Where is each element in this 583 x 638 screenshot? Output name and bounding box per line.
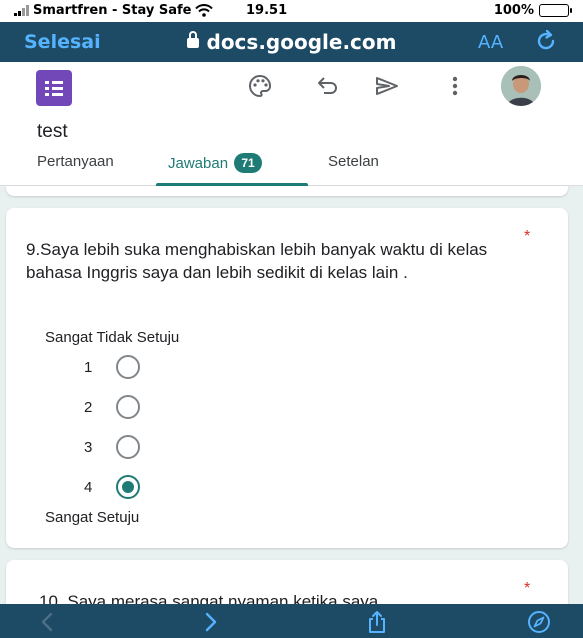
form-tabs: Pertanyaan Jawaban 71 Setelan (0, 150, 583, 186)
form-title: test (37, 121, 68, 142)
clock: 19.51 (246, 3, 288, 18)
radio-button[interactable] (116, 435, 140, 459)
wifi-icon (195, 4, 214, 17)
forward-icon[interactable] (198, 610, 222, 634)
scale-option-4[interactable]: 4 (84, 475, 140, 499)
previous-question-card (6, 186, 568, 196)
scale-option-1[interactable]: 1 (84, 355, 140, 379)
text-size-button[interactable]: AA (478, 32, 503, 53)
signal-icon (14, 5, 29, 16)
tab-responses[interactable]: Jawaban 71 (168, 153, 263, 173)
lock-icon (186, 31, 199, 48)
avatar[interactable] (501, 66, 541, 106)
status-bar: Smartfren - Stay Safe 19.51 100% (0, 0, 583, 22)
tab-questions[interactable]: Pertanyaan (37, 153, 114, 170)
forms-header: test Pertanyaan Jawaban 71 Setelan (0, 62, 583, 186)
scale-option-2[interactable]: 2 (84, 395, 140, 419)
forms-logo-icon[interactable] (36, 70, 72, 106)
palette-icon[interactable] (246, 72, 274, 100)
question-text: 9.Saya lebih suka menghabiskan lebih ban… (26, 240, 488, 282)
option-value: 1 (84, 358, 93, 376)
reload-icon[interactable] (533, 28, 559, 54)
tab-responses-label: Jawaban (168, 155, 229, 172)
battery-percent: 100% (493, 3, 534, 18)
radio-button-selected[interactable] (116, 475, 140, 499)
text-size-label: AA (478, 32, 504, 53)
browser-bottom-bar (0, 604, 583, 638)
option-value: 3 (84, 438, 93, 456)
scale-high-label: Sangat Setuju (45, 509, 140, 526)
battery-area: 100% (493, 3, 572, 18)
tab-settings[interactable]: Setelan (328, 153, 379, 170)
radio-button[interactable] (116, 355, 140, 379)
undo-icon[interactable] (312, 72, 340, 100)
carrier-area: Smartfren - Stay Safe (14, 3, 214, 18)
url-text: docs.google.com (206, 30, 397, 54)
radio-button[interactable] (116, 395, 140, 419)
carrier-name: Smartfren - Stay Safe (33, 3, 192, 18)
battery-icon (539, 4, 572, 17)
response-count-badge: 71 (234, 153, 263, 173)
scale-option-3[interactable]: 3 (84, 435, 140, 459)
browser-top-bar: Selesai docs.google.com AA (0, 22, 583, 62)
scale-low-label: Sangat Tidak Setuju (45, 329, 180, 346)
compass-icon[interactable] (527, 610, 551, 634)
option-value: 2 (84, 398, 93, 416)
form-body: * 9.Saya lebih suka menghabiskan lebih b… (0, 186, 583, 620)
send-icon[interactable] (373, 72, 401, 100)
more-vert-icon[interactable] (441, 72, 469, 100)
option-value: 4 (84, 478, 93, 496)
back-icon[interactable] (36, 610, 60, 634)
question-card: * 9.Saya lebih suka menghabiskan lebih b… (6, 208, 568, 548)
share-icon[interactable] (365, 610, 389, 634)
